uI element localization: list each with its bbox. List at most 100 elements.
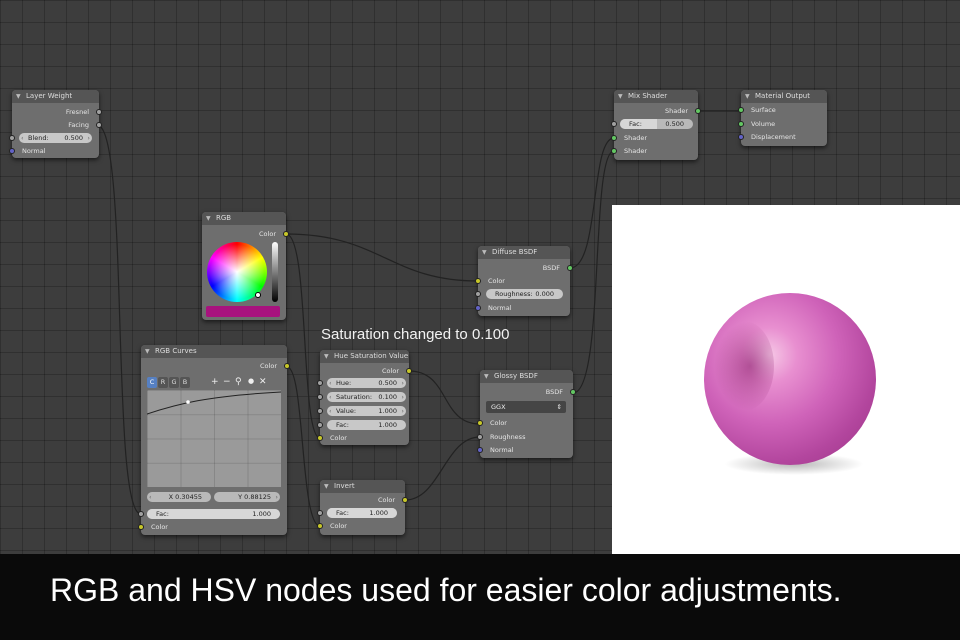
color-swatch[interactable] [206,306,280,317]
socket-color-out[interactable] [406,368,412,374]
increment-arrow-icon[interactable]: › [401,378,404,388]
socket-blend[interactable] [9,135,15,141]
socket-shader-out[interactable] [695,108,701,114]
collapse-triangle-icon[interactable]: ▼ [324,350,329,363]
socket-facing[interactable] [96,122,102,128]
socket-fac[interactable] [611,121,617,127]
socket-color-out[interactable] [284,363,290,369]
collapse-triangle-icon[interactable]: ▼ [484,370,489,383]
fac-field[interactable]: Fac: 1.000 [327,420,406,430]
blend-field[interactable]: ‹ Blend: 0.500 › [19,133,92,143]
tab-c[interactable]: C [147,377,157,388]
socket-displacement[interactable] [738,134,744,140]
socket-bsdf-out[interactable] [570,389,576,395]
fac-slider[interactable]: Fac: 1.000 [327,508,397,518]
socket-surface[interactable] [738,107,744,113]
layer-weight-node[interactable]: ▼ Layer Weight Fresnel Facing ‹ Blend: 0.… [9,90,102,158]
increment-arrow-icon[interactable]: › [87,133,90,143]
y-coordinate-field[interactable]: Y 0.88125 › [214,492,280,502]
node-header[interactable]: ▼ RGB [202,212,286,225]
socket-shader-2[interactable] [611,148,617,154]
collapse-triangle-icon[interactable]: ▼ [482,246,487,259]
socket-normal[interactable] [9,148,15,154]
socket-fac[interactable] [317,422,323,428]
socket-roughness[interactable] [477,434,483,440]
sphere-reflection [714,321,774,411]
decrement-arrow-icon[interactable]: ‹ [329,378,332,388]
mix-shader-node[interactable]: ▼ Mix Shader Shader Fac: 0.500 Shader Sha… [611,90,701,160]
collapse-triangle-icon[interactable]: ▼ [16,90,21,103]
increment-arrow-icon[interactable]: › [275,492,278,502]
value-field[interactable]: ‹ Value: 1.000 › [327,406,406,416]
tab-b[interactable]: B [180,377,190,388]
socket-normal[interactable] [475,305,481,311]
delete-point-icon[interactable]: ✕ [259,377,267,387]
socket-color-out[interactable] [402,497,408,503]
decrement-arrow-icon[interactable]: ‹ [149,492,152,502]
collapse-triangle-icon[interactable]: ▼ [206,212,211,225]
socket-color-in[interactable] [475,278,481,284]
hue-field[interactable]: ‹ Hue: 0.500 › [327,378,406,388]
input-color: Color [151,523,168,531]
socket-hue[interactable] [317,380,323,386]
saturation-field[interactable]: ‹ Saturation: 0.100 › [327,392,406,402]
tab-g[interactable]: G [169,377,179,388]
invert-node[interactable]: ▼ Invert Color Fac: 1.000 Color [317,480,408,535]
socket-shader-1[interactable] [611,135,617,141]
curve-line[interactable] [147,390,281,487]
decrement-arrow-icon[interactable]: ‹ [21,133,24,143]
roughness-field[interactable]: Roughness: 0.000 [486,289,563,299]
zoom-out-icon[interactable]: − [223,377,231,387]
rgb-curves-node[interactable]: ▼ RGB Curves Color CRGB + − ⚲ ● ✕ ‹ X 0.3… [138,345,290,535]
decrement-arrow-icon[interactable]: ‹ [329,406,332,416]
socket-color-in[interactable] [138,524,144,530]
collapse-triangle-icon[interactable]: ▼ [618,90,623,103]
collapse-triangle-icon[interactable]: ▼ [324,480,329,493]
decrement-arrow-icon[interactable]: ‹ [329,392,332,402]
value-slider[interactable] [272,242,278,302]
socket-fresnel[interactable] [96,109,102,115]
node-header[interactable]: ▼ Glossy BSDF [480,370,573,383]
fac-slider[interactable]: Fac: 1.000 [147,509,280,519]
socket-roughness[interactable] [475,291,481,297]
collapse-triangle-icon[interactable]: ▼ [145,345,150,358]
rgb-node[interactable]: ▼ RGB Color [202,212,289,320]
distribution-dropdown[interactable]: GGX ⇕ [486,401,566,413]
increment-arrow-icon[interactable]: › [401,392,404,402]
diffuse-bsdf-node[interactable]: ▼ Diffuse BSDF BSDF Color Roughness: 0.00… [475,246,573,316]
socket-volume[interactable] [738,121,744,127]
socket-bsdf-out[interactable] [567,265,573,271]
socket-color-in[interactable] [317,435,323,441]
node-header[interactable]: ▼ Invert [320,480,405,493]
node-header[interactable]: ▼ RGB Curves [141,345,287,358]
hue-saturation-value-node[interactable]: ▼ Hue Saturation Value Color ‹ Hue: 0.500… [317,350,412,445]
tab-r[interactable]: R [158,377,168,388]
node-header[interactable]: ▼ Diffuse BSDF [478,246,570,259]
socket-color-in[interactable] [477,420,483,426]
socket-saturation[interactable] [317,394,323,400]
x-coordinate-field[interactable]: ‹ X 0.30455 [147,492,211,502]
wheel-cursor[interactable] [255,292,261,298]
node-header[interactable]: ▼ Layer Weight [12,90,99,103]
socket-value[interactable] [317,408,323,414]
node-header[interactable]: ▼ Material Output [741,90,827,103]
curve-graph[interactable] [147,390,281,487]
tools-icon[interactable]: ⚲ [235,377,242,387]
zoom-in-icon[interactable]: + [211,377,219,387]
curve-point[interactable] [186,400,190,404]
node-header[interactable]: ▼ Mix Shader [614,90,698,103]
socket-fac[interactable] [138,511,144,517]
material-output-node[interactable]: ▼ Material Output Surface Volume Displace… [738,90,827,146]
glossy-bsdf-node[interactable]: ▼ Glossy BSDF BSDF GGX ⇕ Color Roughness … [477,370,576,458]
clip-icon[interactable]: ● [248,377,254,385]
node-editor[interactable]: ▼ Layer Weight Fresnel Facing ‹ Blend: 0.… [0,0,960,554]
socket-color-in[interactable] [317,523,323,529]
socket-fac[interactable] [317,510,323,516]
input-shader-2: Shader [624,147,648,155]
node-header[interactable]: ▼ Hue Saturation Value [320,350,409,363]
collapse-triangle-icon[interactable]: ▼ [745,90,750,103]
fac-slider[interactable]: Fac: 0.500 [620,119,693,129]
socket-normal[interactable] [477,447,483,453]
increment-arrow-icon[interactable]: › [401,406,404,416]
socket-color-out[interactable] [283,231,289,237]
